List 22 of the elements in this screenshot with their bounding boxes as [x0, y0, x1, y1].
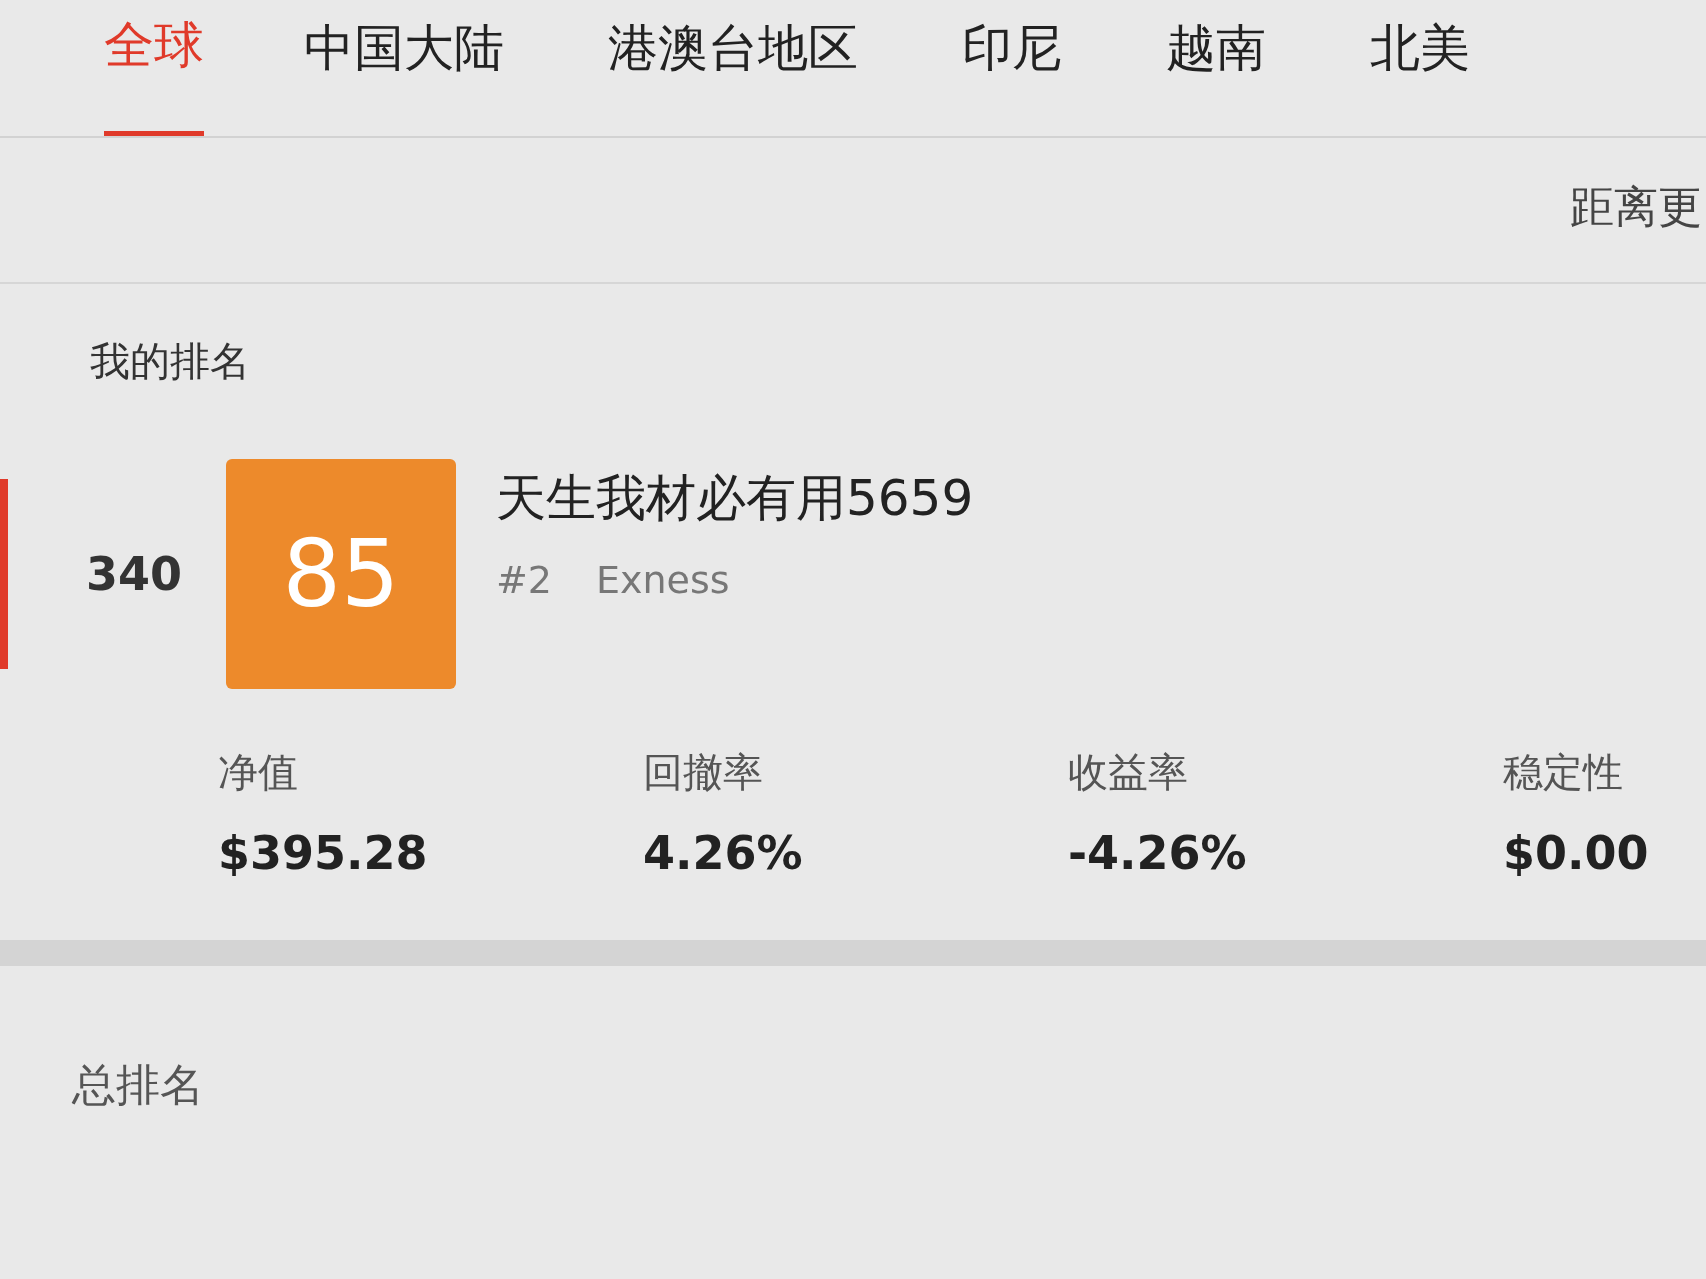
region-tab[interactable]: 印尼 — [962, 0, 1106, 136]
broker-name: Exness — [596, 558, 730, 602]
stat-label: 回撤率 — [643, 748, 764, 797]
region-tab[interactable]: 港澳台地区 — [608, 0, 902, 136]
stat-value: -4.26% — [1068, 826, 1248, 880]
section-title: 我的排名 — [90, 337, 251, 386]
stat-label: 稳定性 — [1503, 748, 1624, 797]
stat-value: $0.00 — [1503, 826, 1650, 880]
stat-label: 收益率 — [1068, 748, 1189, 797]
region-tab[interactable]: 中国大陆 — [304, 0, 548, 136]
region-tab[interactable]: 全球 — [104, 0, 204, 136]
user-name: 天生我材必有用5659 — [496, 468, 974, 529]
section-title: 总排名 — [72, 1058, 205, 1112]
update-note: 距离更 — [1570, 180, 1702, 234]
broker-rank: #2 — [496, 558, 553, 602]
stat-value: 4.26% — [643, 826, 804, 880]
region-tab[interactable]: 北美 — [1370, 0, 1514, 136]
rank-position: 340 — [86, 547, 184, 601]
region-tab[interactable]: 越南 — [1166, 0, 1310, 136]
stat-value: $395.28 — [218, 826, 429, 880]
score-badge: 85 — [226, 459, 456, 689]
stat-label: 净值 — [218, 748, 299, 797]
